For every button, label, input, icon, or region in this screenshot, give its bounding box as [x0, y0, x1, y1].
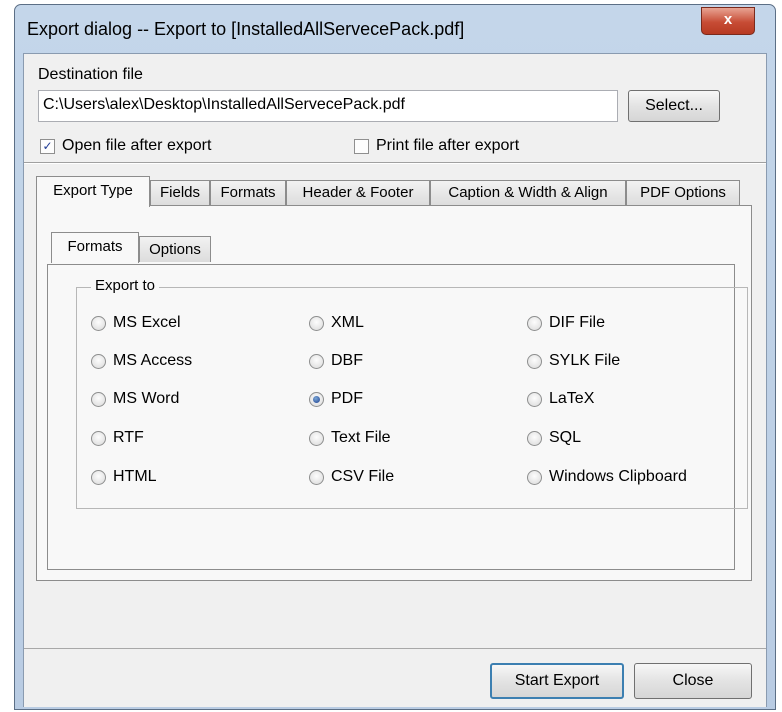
check-icon: ✓ [42, 139, 53, 153]
radio-dif-file[interactable]: DIF File [527, 314, 605, 332]
radio-label: LaTeX [549, 390, 595, 407]
radio-label: RTF [113, 429, 144, 446]
radio-label: CSV File [331, 468, 395, 485]
destination-file-input[interactable]: C:\Users\alex\Desktop\InstalledAllServec… [38, 90, 618, 122]
radio-button-icon [309, 469, 324, 485]
subtab-options[interactable]: Options [139, 236, 211, 262]
radio-label: SQL [549, 429, 582, 446]
tab-export-type[interactable]: Export Type [36, 176, 150, 207]
radio-label: SYLK File [549, 352, 621, 369]
radio-button-icon [527, 315, 542, 331]
radio-button-icon [91, 469, 106, 485]
destination-file-label: Destination file [38, 66, 143, 83]
window-close-button[interactable]: x [701, 7, 755, 35]
radio-pdf[interactable]: PDF [309, 390, 363, 408]
radio-sylk-file[interactable]: SYLK File [527, 352, 620, 370]
radio-button-icon [309, 353, 324, 369]
radio-latex[interactable]: LaTeX [527, 390, 594, 408]
window-title: Export dialog -- Export to [InstalledAll… [27, 19, 465, 39]
radio-csv-file[interactable]: CSV File [309, 468, 394, 486]
radio-label: Text File [331, 429, 391, 446]
select-file-button[interactable]: Select... [628, 90, 720, 122]
radio-button-icon [527, 353, 542, 369]
print-after-export-checkbox[interactable] [354, 139, 369, 154]
radio-selected-icon [309, 391, 324, 407]
radio-button-icon [91, 430, 106, 446]
radio-button-icon [91, 391, 106, 407]
radio-html[interactable]: HTML [91, 468, 157, 486]
radio-xml[interactable]: XML [309, 314, 364, 332]
formats-panel: Export to MS Excel MS Access MS Word RTF… [47, 264, 748, 570]
radio-label: MS Word [113, 390, 180, 407]
start-export-button[interactable]: Start Export [490, 663, 624, 699]
radio-ms-access[interactable]: MS Access [91, 352, 192, 370]
radio-label: DBF [331, 352, 363, 369]
close-button[interactable]: Close [634, 663, 752, 699]
button-bar: Start Export Close [24, 648, 766, 707]
print-after-export-label[interactable]: Print file after export [376, 137, 519, 155]
radio-label: MS Excel [113, 314, 181, 331]
subtab-formats[interactable]: Formats [51, 232, 139, 263]
divider [24, 162, 766, 164]
radio-button-icon [91, 315, 106, 331]
radio-windows-clipboard[interactable]: Windows Clipboard [527, 468, 687, 486]
radio-label: Windows Clipboard [549, 468, 687, 485]
tab-header-footer[interactable]: Header & Footer [286, 180, 430, 206]
radio-ms-excel[interactable]: MS Excel [91, 314, 181, 332]
radio-button-icon [527, 469, 542, 485]
export-type-panel: Formats Options Export to MS Excel MS Ac… [36, 205, 752, 581]
radio-button-icon [527, 430, 542, 446]
export-to-group: Export to MS Excel MS Access MS Word RTF… [76, 277, 748, 509]
dialog-client-area: Destination file C:\Users\alex\Desktop\I… [23, 53, 767, 707]
tab-fields[interactable]: Fields [150, 180, 210, 206]
radio-rtf[interactable]: RTF [91, 429, 144, 447]
open-after-export-label[interactable]: Open file after export [62, 137, 211, 155]
radio-button-icon [309, 430, 324, 446]
radio-sql[interactable]: SQL [527, 429, 581, 447]
radio-label: HTML [113, 468, 157, 485]
open-after-export-checkbox[interactable]: ✓ [40, 139, 55, 154]
radio-dbf[interactable]: DBF [309, 352, 363, 370]
tab-formats[interactable]: Formats [210, 180, 286, 206]
tab-caption-width-align[interactable]: Caption & Width & Align [430, 180, 626, 206]
title-bar[interactable]: Export dialog -- Export to [InstalledAll… [15, 5, 775, 53]
radio-button-icon [309, 315, 324, 331]
close-icon: x [723, 11, 733, 28]
export-dialog-window: Export dialog -- Export to [InstalledAll… [14, 4, 776, 710]
tab-pdf-options[interactable]: PDF Options [626, 180, 740, 206]
radio-ms-word[interactable]: MS Word [91, 390, 179, 408]
radio-button-icon [527, 391, 542, 407]
radio-text-file[interactable]: Text File [309, 429, 391, 447]
radio-label: XML [331, 314, 364, 331]
export-to-legend: Export to [91, 277, 160, 294]
radio-button-icon [91, 353, 106, 369]
radio-label: PDF [331, 390, 363, 407]
radio-label: MS Access [113, 352, 193, 369]
radio-label: DIF File [549, 314, 605, 331]
